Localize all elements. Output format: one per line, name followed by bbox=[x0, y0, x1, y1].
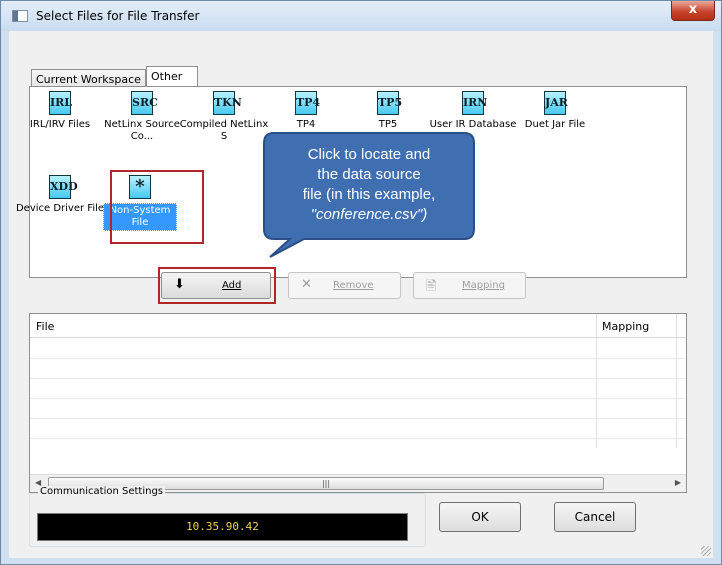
ok-button[interactable]: OK bbox=[439, 502, 521, 532]
ip-address-display: 10.35.90.42 bbox=[37, 513, 408, 541]
window-icon bbox=[12, 10, 28, 22]
annotation-highlight-add bbox=[158, 267, 276, 304]
file-type-label: Compiled NetLinx S bbox=[179, 119, 269, 142]
window-title: Select Files for File Transfer bbox=[36, 9, 200, 23]
annotation-highlight-non-system bbox=[110, 170, 204, 244]
scroll-right-icon[interactable]: ▶ bbox=[675, 478, 681, 487]
dialog-body: Current Workspace Other IRL IRL/IRV File… bbox=[9, 31, 713, 558]
file-table[interactable]: File Mapping ◀ ||| ▶ bbox=[29, 313, 687, 493]
table-row bbox=[30, 418, 686, 419]
callout-line: the data source bbox=[317, 166, 421, 183]
callout-text: Click to locate and the data source file… bbox=[272, 145, 466, 225]
title-bar: Select Files for File Transfer x bbox=[1, 1, 721, 31]
file-type-label: TP4 bbox=[296, 119, 316, 130]
remove-x-icon: ✕ bbox=[301, 277, 312, 292]
table-header: File Mapping bbox=[30, 314, 686, 338]
column-header-mapping[interactable]: Mapping bbox=[602, 320, 649, 333]
callout-line: "conference.csv") bbox=[310, 206, 428, 223]
file-type-netlinx-source[interactable]: SRC NetLinx Source Co... bbox=[97, 91, 187, 143]
irl-file-icon: IRL bbox=[49, 91, 72, 115]
file-type-tp4[interactable]: TP4 TP4 bbox=[261, 91, 351, 131]
mapping-button[interactable]: 🖹 Mapping bbox=[413, 272, 526, 299]
file-type-irl[interactable]: IRL IRL/IRV Files bbox=[15, 91, 105, 131]
table-row bbox=[30, 358, 686, 359]
jar-file-icon: JAR bbox=[544, 91, 568, 115]
column-header-file[interactable]: File bbox=[36, 320, 54, 333]
file-type-device-driver[interactable]: XDD Device Driver File bbox=[15, 175, 105, 215]
remove-button-label: Remove bbox=[333, 280, 374, 291]
callout-line: file (in this example, bbox=[302, 186, 436, 203]
file-type-label: Duet Jar File bbox=[524, 119, 586, 130]
communication-settings-label: Communication Settings bbox=[38, 486, 166, 497]
file-type-label: Device Driver File bbox=[15, 203, 105, 214]
file-type-user-ir[interactable]: IRN User IR Database bbox=[428, 91, 518, 131]
driver-file-icon: XDD bbox=[49, 175, 78, 199]
file-type-compiled-netlinx[interactable]: TKN Compiled NetLinx S bbox=[179, 91, 269, 143]
table-row bbox=[30, 398, 686, 399]
mapping-icon: 🖹 bbox=[426, 279, 437, 294]
table-row bbox=[30, 438, 686, 439]
file-type-label: User IR Database bbox=[429, 119, 517, 130]
file-transfer-dialog: Select Files for File Transfer x Current… bbox=[0, 0, 722, 565]
tp4-file-icon: TP4 bbox=[295, 91, 320, 115]
file-type-label: NetLinx Source Co... bbox=[104, 119, 180, 142]
file-type-label: TP5 bbox=[378, 119, 398, 130]
column-divider bbox=[676, 314, 677, 448]
file-type-duet-jar[interactable]: JAR Duet Jar File bbox=[510, 91, 600, 131]
table-row bbox=[30, 378, 686, 379]
cancel-button[interactable]: Cancel bbox=[554, 502, 636, 532]
column-divider bbox=[596, 314, 597, 448]
compiled-file-icon: TKN bbox=[213, 91, 242, 115]
mapping-button-label: Mapping bbox=[462, 280, 505, 291]
source-file-icon: SRC bbox=[131, 91, 158, 115]
close-button[interactable]: x bbox=[671, 1, 715, 21]
tp5-file-icon: TP5 bbox=[377, 91, 402, 115]
remove-button[interactable]: ✕ Remove bbox=[288, 272, 401, 299]
resize-grip[interactable] bbox=[701, 546, 711, 556]
callout-line: Click to locate and bbox=[307, 146, 431, 163]
file-type-label: IRL/IRV Files bbox=[29, 119, 91, 130]
file-type-tp5[interactable]: TP5 TP5 bbox=[343, 91, 433, 131]
ir-database-icon: IRN bbox=[462, 91, 487, 115]
communication-settings-group: Communication Settings 10.35.90.42 bbox=[29, 486, 426, 547]
